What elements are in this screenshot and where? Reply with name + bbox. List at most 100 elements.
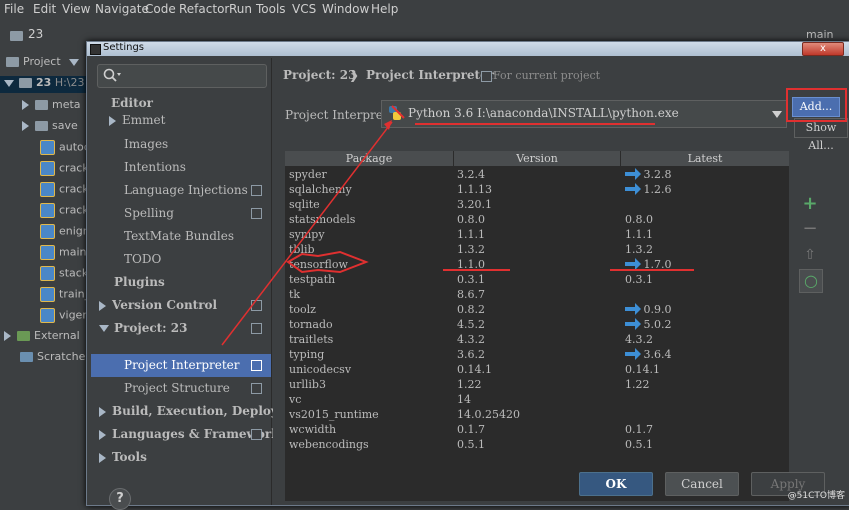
table-row[interactable]: vs2015_runtime 14.0.25420 — [285, 407, 789, 422]
table-row[interactable]: vc 14 — [285, 392, 789, 407]
package-version: 0.5.1 — [457, 438, 485, 451]
tree-item-label: External — [34, 329, 80, 342]
project-tree: Project 23 H:\23 meta save autoc crack c… — [0, 50, 95, 504]
chevron-right-icon[interactable] — [99, 429, 106, 440]
chevron-right-icon[interactable] — [22, 121, 29, 131]
tree-item-file[interactable]: crack — [40, 203, 89, 218]
python-file-icon — [40, 161, 55, 176]
chevron-down-icon[interactable] — [99, 325, 109, 332]
breadcrumb-project[interactable]: 23 — [28, 27, 43, 41]
tree-item-file[interactable]: crack — [40, 182, 89, 197]
nav-editor[interactable]: Editor — [111, 96, 153, 110]
tree-item-save[interactable]: save — [22, 119, 78, 132]
tree-item-external[interactable]: External — [4, 329, 80, 342]
menu-tools[interactable]: Tools — [256, 2, 286, 16]
settings-search-input[interactable] — [97, 64, 267, 88]
table-row[interactable]: traitlets 4.3.2 4.3.2 — [285, 332, 789, 347]
table-row[interactable]: tornado 4.5.2 5.0.2 — [285, 317, 789, 332]
chevron-down-icon[interactable] — [4, 79, 14, 87]
package-version: 4.3.2 — [457, 333, 485, 346]
project-scope-icon — [251, 429, 262, 440]
tree-item-file[interactable]: autoc — [40, 140, 90, 155]
chevron-down-icon[interactable] — [772, 111, 782, 118]
chevron-right-icon[interactable] — [99, 300, 106, 311]
menu-help[interactable]: Help — [371, 2, 398, 16]
chevron-right-icon[interactable] — [109, 115, 116, 126]
table-row[interactable]: statsmodels 0.8.0 0.8.0 — [285, 212, 789, 227]
table-row[interactable]: sympy 1.1.1 1.1.1 — [285, 227, 789, 242]
menu-edit[interactable]: Edit — [33, 2, 56, 16]
table-row[interactable]: sqlite 3.20.1 — [285, 197, 789, 212]
nav-project-structure[interactable]: Project Structure — [124, 381, 230, 395]
package-latest: 0.14.1 — [625, 362, 660, 377]
upgrade-arrow-icon — [625, 318, 641, 330]
chevron-down-icon[interactable] — [68, 58, 79, 66]
interpreter-select[interactable]: Python 3.6 I:\anaconda\INSTALL\python.ex… — [381, 100, 787, 128]
package-latest: 0.1.7 — [625, 422, 653, 437]
table-row[interactable]: sqlalchemy 1.1.13 1.2.6 — [285, 182, 789, 197]
column-version[interactable]: Version — [454, 151, 621, 166]
column-latest[interactable]: Latest — [621, 151, 789, 166]
nav-textmate[interactable]: TextMate Bundles — [124, 229, 234, 243]
table-row[interactable]: urllib3 1.22 1.22 — [285, 377, 789, 392]
remove-package-icon[interactable]: − — [799, 218, 821, 240]
chevron-right-icon[interactable] — [22, 100, 29, 110]
table-row[interactable]: typing 3.6.2 3.6.4 — [285, 347, 789, 362]
table-row[interactable]: testpath 0.3.1 0.3.1 — [285, 272, 789, 287]
menu-navigate[interactable]: Navigate — [95, 2, 149, 16]
menu-run[interactable]: Run — [229, 2, 252, 16]
tree-item-file[interactable]: train_ — [40, 287, 90, 302]
nav-images[interactable]: Images — [124, 137, 168, 151]
table-row[interactable]: spyder 3.2.4 3.2.8 — [285, 167, 789, 182]
chevron-right-icon[interactable] — [99, 406, 106, 417]
nav-todo[interactable]: TODO — [124, 252, 161, 266]
latest-value: 1.2.6 — [643, 183, 672, 196]
menu-view[interactable]: View — [62, 2, 90, 16]
cancel-button[interactable]: Cancel — [665, 472, 739, 496]
menu-file[interactable]: File — [4, 2, 24, 16]
column-package[interactable]: Package — [285, 151, 454, 166]
nav-project[interactable]: Project: 23 — [99, 321, 187, 335]
table-row[interactable]: tensorflow 1.1.0 1.7.0 — [285, 257, 789, 272]
package-version: 0.14.1 — [457, 363, 492, 376]
refresh-icon[interactable]: ○ — [799, 269, 823, 293]
nav-emmet[interactable]: Emmet — [109, 113, 165, 127]
table-row[interactable]: tblib 1.3.2 1.3.2 — [285, 242, 789, 257]
chevron-right-icon[interactable] — [4, 331, 11, 341]
close-button[interactable]: x — [802, 42, 844, 56]
package-name: vc — [289, 393, 302, 406]
nav-language-injections[interactable]: Language Injections — [124, 183, 248, 197]
menu-refactor[interactable]: Refactor — [179, 2, 229, 16]
table-row[interactable]: toolz 0.8.2 0.9.0 — [285, 302, 789, 317]
chevron-right-icon[interactable] — [99, 452, 106, 463]
add-package-icon[interactable]: + — [799, 193, 821, 215]
help-button[interactable]: ? — [109, 488, 131, 510]
run-config[interactable]: main — [806, 28, 833, 41]
tree-item-file[interactable]: vigen — [40, 308, 89, 323]
table-row[interactable]: unicodecsv 0.14.1 0.14.1 — [285, 362, 789, 377]
tree-root[interactable]: 23 H:\23 — [0, 76, 88, 93]
menu-code[interactable]: Code — [145, 2, 176, 16]
packages-table: Package Version Latest spyder 3.2.4 3.2.8… — [285, 151, 789, 501]
table-row[interactable]: webencodings 0.5.1 0.5.1 — [285, 437, 789, 452]
tree-item-file[interactable]: main. — [40, 245, 90, 260]
tree-item-scratches[interactable]: Scratches — [20, 350, 91, 363]
menu-vcs[interactable]: VCS — [292, 2, 316, 16]
upgrade-package-icon[interactable]: ⇧ — [799, 244, 821, 266]
package-latest: 1.7.0 — [625, 257, 672, 272]
nav-spelling[interactable]: Spelling — [124, 206, 174, 220]
latest-value: 1.3.2 — [625, 243, 653, 256]
tree-item-label: meta — [52, 98, 81, 111]
nav-intentions[interactable]: Intentions — [124, 160, 186, 174]
menu-window[interactable]: Window — [322, 2, 369, 16]
project-view-header[interactable]: Project — [6, 55, 84, 68]
ok-button[interactable]: OK — [579, 472, 653, 496]
nav-version-control[interactable]: Version Control — [99, 298, 217, 312]
tree-item-file[interactable]: crack — [40, 161, 89, 176]
table-row[interactable]: tk 8.6.7 — [285, 287, 789, 302]
nav-plugins[interactable]: Plugins — [114, 275, 165, 289]
table-row[interactable]: wcwidth 0.1.7 0.1.7 — [285, 422, 789, 437]
nav-project-interpreter[interactable]: Project Interpreter — [124, 358, 240, 372]
tree-item-meta[interactable]: meta — [22, 98, 81, 111]
nav-tools[interactable]: Tools — [99, 450, 147, 464]
